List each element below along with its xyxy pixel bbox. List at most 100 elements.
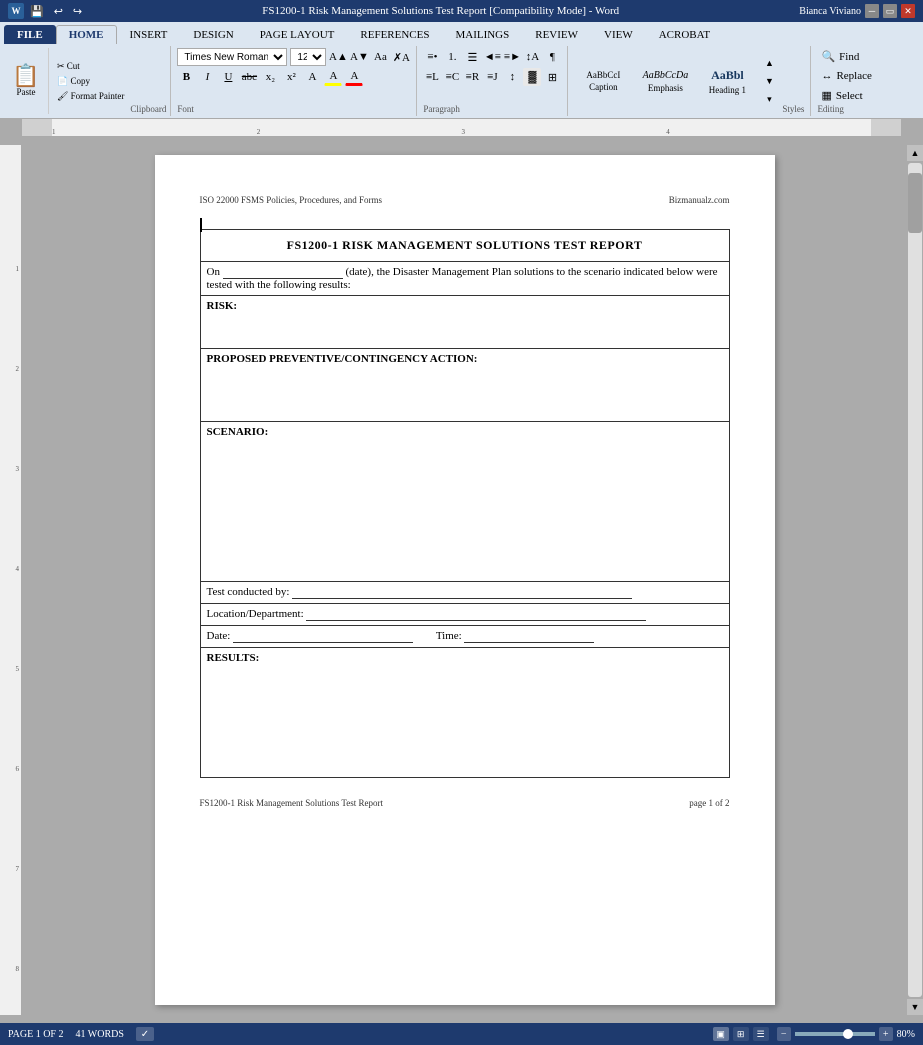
styles-more[interactable]: ▾ [760,90,778,108]
show-hide-button[interactable]: ¶ [543,48,561,66]
paste-icon: 📋 [12,65,39,87]
numbering-button[interactable]: 1. [443,48,461,66]
test-conducted-label: Test conducted by: [207,586,290,598]
select-icon: ▦ [821,89,831,102]
scroll-up-button[interactable]: ▲ [907,145,923,161]
scroll-track[interactable] [908,163,922,997]
date-field[interactable] [223,266,343,279]
bold-button[interactable]: B [177,68,195,86]
document-title: FS1200-1 RISK MANAGEMENT SOLUTIONS TEST … [200,230,729,262]
proposed-content[interactable] [207,365,723,417]
restore-button[interactable]: ▭ [883,4,897,18]
test-conducted-field[interactable] [292,586,632,599]
date-field-main[interactable] [233,630,413,643]
replace-button[interactable]: ↔ Replace [817,68,875,84]
decrease-indent-button[interactable]: ◄≡ [483,48,501,66]
quick-access-toolbar: 💾 ↩ ↪ [30,5,82,18]
zoom-in-button[interactable]: + [879,1027,893,1041]
styles-scroll-up[interactable]: ▲ [760,54,778,72]
tab-insert[interactable]: INSERT [117,25,181,44]
increase-indent-button[interactable]: ≡► [503,48,521,66]
sort-button[interactable]: ↕A [523,48,541,66]
close-button[interactable]: ✕ [901,4,915,18]
italic-button[interactable]: I [198,68,216,86]
text-effects-button[interactable]: A [303,68,321,86]
vruler-2: 2 [16,365,20,373]
tab-page-layout[interactable]: PAGE LAYOUT [247,25,348,44]
find-button[interactable]: 🔍 Find [817,48,875,65]
multilevel-list-button[interactable]: ☰ [463,48,481,66]
test-conducted-cell[interactable]: Test conducted by: [200,582,729,604]
proposed-cell[interactable]: PROPOSED PREVENTIVE/CONTINGENCY ACTION: [200,349,729,422]
vertical-scrollbar[interactable]: ▲ ▼ [907,145,923,1015]
page-header: ISO 22000 FSMS Policies, Procedures, and… [200,195,730,205]
print-layout-button[interactable]: ▣ [713,1027,729,1041]
bullets-button[interactable]: ≡• [423,48,441,66]
shading-button[interactable]: ▓ [523,68,541,86]
scenario-cell[interactable]: SCENARIO: [200,422,729,582]
title-row: FS1200-1 RISK MANAGEMENT SOLUTIONS TEST … [200,230,729,262]
tab-home[interactable]: HOME [56,25,117,44]
review-mode-icon[interactable]: ✓ [136,1027,154,1041]
tab-mailings[interactable]: MAILINGS [442,25,522,44]
web-layout-button[interactable]: ☰ [753,1027,769,1041]
tab-review[interactable]: REVIEW [522,25,591,44]
style-emphasis[interactable]: AaBbCcDa Emphasis [636,59,694,103]
subscript-button[interactable]: x₂ [261,68,279,86]
strikethrough-button[interactable]: abc [240,68,258,86]
minimize-button[interactable]: ─ [865,4,879,18]
justify-button[interactable]: ≡J [483,68,501,86]
shrink-font-button[interactable]: A▼ [350,48,368,66]
tab-acrobat[interactable]: ACROBAT [646,25,723,44]
font-color-button[interactable]: A [345,68,363,86]
zoom-out-button[interactable]: − [777,1027,791,1041]
borders-button[interactable]: ⊞ [543,68,561,86]
superscript-button[interactable]: x² [282,68,300,86]
font-name-select[interactable]: Times New Roman [177,48,287,66]
location-cell[interactable]: Location/Department: [200,604,729,626]
format-painter-button[interactable]: 🖌 Format Painter [53,90,128,103]
styles-scroll-down[interactable]: ▼ [760,72,778,90]
tab-view[interactable]: VIEW [591,25,646,44]
cut-button[interactable]: ✂ Cut [53,60,128,73]
font-size-select[interactable]: 12 [290,48,326,66]
save-icon[interactable]: 💾 [30,5,44,18]
align-left-button[interactable]: ≡L [423,68,441,86]
align-right-button[interactable]: ≡R [463,68,481,86]
tab-file[interactable]: FILE [4,25,56,44]
date-time-cell[interactable]: Date: Time: [200,626,729,648]
style-heading1-name: Heading 1 [709,85,746,95]
highlight-button[interactable]: A [324,68,342,86]
change-case-button[interactable]: Aa [371,48,389,66]
copy-button[interactable]: 📄 Copy [53,75,128,88]
underline-button[interactable]: U [219,68,237,86]
grow-font-button[interactable]: A▲ [329,48,347,66]
time-field[interactable] [464,630,594,643]
style-caption[interactable]: AaBbCcI Caption [574,59,632,103]
clear-formatting-button[interactable]: ✗A [392,48,410,66]
full-screen-button[interactable]: ⊞ [733,1027,749,1041]
style-heading1[interactable]: AaBbl Heading 1 [698,59,756,103]
find-icon: 🔍 [821,50,835,63]
scroll-down-button[interactable]: ▼ [907,999,923,1015]
align-center-button[interactable]: ≡C [443,68,461,86]
scroll-thumb[interactable] [908,173,922,233]
undo-icon[interactable]: ↩ [54,5,63,18]
vruler-6: 6 [16,765,20,773]
risk-content[interactable] [207,312,723,344]
clipboard-label: Clipboard [130,102,166,114]
line-spacing-button[interactable]: ↕ [503,68,521,86]
word-count: 41 WORDS [75,1029,123,1040]
replace-icon: ↔ [821,70,832,82]
vruler-3: 3 [16,465,20,473]
select-button[interactable]: ▦ Select [817,87,875,104]
zoom-slider[interactable] [795,1032,875,1036]
risk-cell[interactable]: RISK: [200,296,729,349]
paste-button[interactable]: 📋 Paste [4,48,48,114]
location-field[interactable] [306,608,646,621]
redo-icon[interactable]: ↪ [73,5,82,18]
tab-references[interactable]: REFERENCES [347,25,442,44]
tab-design[interactable]: DESIGN [180,25,246,44]
results-cell[interactable]: RESULTS: [200,648,729,778]
document-page[interactable]: ISO 22000 FSMS Policies, Procedures, and… [155,155,775,1005]
